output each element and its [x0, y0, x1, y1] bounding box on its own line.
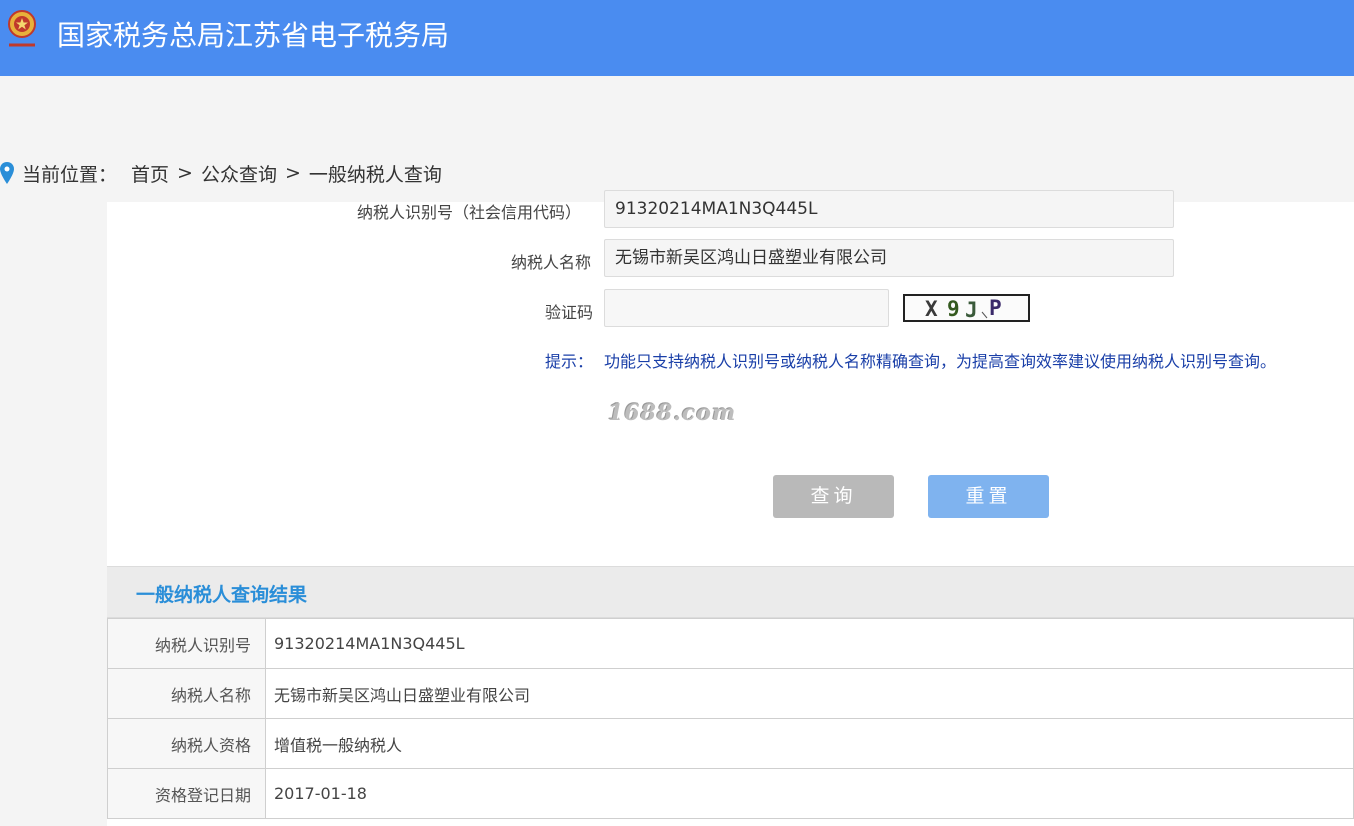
result-title: 一般纳税人查询结果	[136, 584, 308, 606]
result-row-value: 无锡市新吴区鸿山日盛塑业有限公司	[265, 668, 1354, 719]
reset-button[interactable]: 重置	[928, 475, 1049, 518]
breadcrumb-home-link[interactable]: 首页	[131, 160, 169, 187]
result-row-label: 资格登记日期	[107, 768, 266, 819]
table-row: 纳税人资格 增值税一般纳税人	[107, 718, 1354, 769]
captcha-image[interactable]: X 9 J P	[903, 294, 1030, 322]
result-header: 一般纳税人查询结果	[107, 566, 1354, 618]
captcha-label: 验证码	[545, 303, 594, 322]
breadcrumb-current: 一般纳税人查询	[308, 163, 442, 186]
site-title: 国家税务总局江苏省电子税务局	[57, 19, 450, 52]
svg-text:9: 9	[947, 297, 960, 320]
svg-text:J: J	[965, 298, 978, 320]
query-button[interactable]: 查询	[773, 475, 894, 518]
tip-label: 提示：	[545, 352, 594, 371]
query-panel: 纳税人识别号（社会信用代码） 91320214MA1N3Q445L 纳税人名称 …	[107, 190, 1354, 826]
result-row-label: 纳税人名称	[107, 668, 266, 719]
breadcrumb-public-query-link[interactable]: 公众查询	[201, 160, 277, 187]
svg-text:X: X	[925, 297, 938, 320]
result-row-value: 91320214MA1N3Q445L	[265, 618, 1354, 669]
breadcrumb: 当前位置： 首页 > 公众查询 > 一般纳税人查询	[0, 158, 442, 188]
breadcrumb-separator: >	[177, 162, 193, 184]
svg-text:P: P	[989, 296, 1002, 320]
result-row-label: 纳税人资格	[107, 718, 266, 769]
breadcrumb-separator: >	[284, 162, 301, 184]
breadcrumb-prefix: 当前位置：	[22, 163, 118, 186]
taxpayer-name-input[interactable]: 无锡市新吴区鸿山日盛塑业有限公司	[604, 239, 1174, 277]
result-row-label: 纳税人识别号	[107, 618, 266, 669]
result-row-value: 2017-01-18	[265, 768, 1354, 819]
result-row-value: 增值税一般纳税人	[265, 718, 1354, 769]
location-pin-icon	[0, 162, 14, 184]
result-table: 纳税人识别号 91320214MA1N3Q445L 纳税人名称 无锡市新吴区鸿山…	[107, 618, 1354, 819]
captcha-input[interactable]	[604, 289, 889, 327]
left-gutter	[0, 202, 107, 826]
tax-emblem-icon	[8, 10, 36, 49]
top-header: 国家税务总局江苏省电子税务局	[0, 0, 1354, 76]
table-row: 资格登记日期 2017-01-18	[107, 768, 1354, 819]
table-row: 纳税人名称 无锡市新吴区鸿山日盛塑业有限公司	[107, 668, 1354, 719]
watermark-logo: 1688.com	[608, 400, 737, 426]
taxpayer-id-input[interactable]: 91320214MA1N3Q445L	[604, 190, 1174, 228]
captcha-noise-icon: X 9 J P	[925, 296, 1002, 320]
tip-text: 功能只支持纳税人识别号或纳税人名称精确查询，为提高查询效率建议使用纳税人识别号查…	[604, 352, 1277, 371]
taxpayer-name-label: 纳税人名称	[511, 253, 592, 272]
table-row: 纳税人识别号 91320214MA1N3Q445L	[107, 618, 1354, 669]
taxpayer-id-label: 纳税人识别号（社会信用代码）	[357, 203, 582, 222]
